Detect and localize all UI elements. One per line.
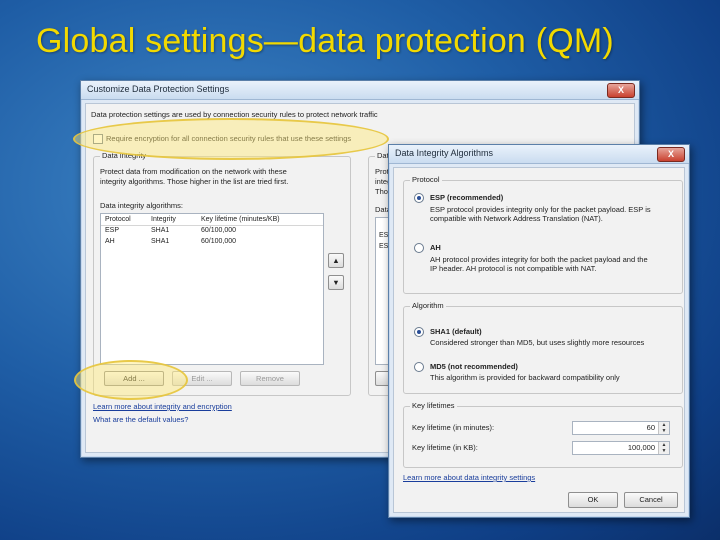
key-lifetime-kb-spinner[interactable]: 100,000 ▲ ▼ [572, 441, 670, 455]
row-integrity: SHA1 [151, 227, 170, 234]
esp-radio[interactable] [414, 193, 424, 203]
arrow-down-icon: ▼ [332, 278, 340, 287]
ok-button[interactable]: OK [568, 492, 618, 508]
sha1-desc: Considered stronger than MD5, but uses s… [430, 338, 645, 347]
data-integrity-algorithms-dialog: Data Integrity Algorithms X Protocol ESP… [388, 144, 690, 518]
arrow-up-icon: ▲ [332, 256, 340, 265]
main-dialog-close-button[interactable]: X [607, 83, 635, 98]
integrity-desc-line1: Protect data from modification on the ne… [100, 167, 287, 176]
md5-radio[interactable] [414, 362, 424, 372]
key-lifetime-kb-value: 100,000 [627, 443, 655, 452]
sha1-radio[interactable] [414, 327, 424, 337]
integrity-list-label: Data integrity algorithms: [100, 201, 183, 210]
learn-more-integrity-link[interactable]: Learn more about integrity and encryptio… [93, 402, 232, 411]
spinner-arrows-icon[interactable]: ▲ ▼ [658, 442, 669, 454]
row-key-lifetime: 60/100,000 [201, 238, 237, 245]
md5-label: MD5 (not recommended) [430, 362, 518, 371]
esp-desc-line2: compatible with Network Address Translat… [430, 214, 603, 223]
spinner-arrows-icon[interactable]: ▲ ▼ [658, 422, 669, 434]
key-lifetime-minutes-label: Key lifetime (in minutes): [412, 423, 495, 432]
cancel-button[interactable]: Cancel [624, 492, 678, 508]
key-lifetime-minutes-spinner[interactable]: 60 ▲ ▼ [572, 421, 670, 435]
slide-title: Global settings—data protection (QM) [36, 22, 614, 60]
algo-dialog-close-button[interactable]: X [657, 147, 685, 162]
column-key-lifetime[interactable]: Key lifetime (minutes/KB) [201, 216, 280, 223]
column-protocol[interactable]: Protocol [105, 216, 131, 223]
add-button-highlight [74, 360, 188, 400]
learn-more-data-integrity-link[interactable]: Learn more about data integrity settings [403, 473, 535, 482]
ah-radio[interactable] [414, 243, 424, 253]
main-dialog-title: Customize Data Protection Settings [87, 84, 230, 94]
algo-dialog-client: Protocol ESP (recommended) ESP protocol … [393, 167, 685, 513]
key-lifetime-minutes-value: 60 [646, 423, 655, 432]
integrity-algorithms-list[interactable]: Protocol Integrity Key lifetime (minutes… [100, 213, 324, 365]
algo-dialog-titlebar[interactable]: Data Integrity Algorithms X [389, 145, 689, 164]
key-lifetime-kb-label: Key lifetime (in KB): [412, 443, 478, 452]
encryption-desc-line1: Prot [375, 167, 389, 176]
ah-desc-line2: IP header. AH protocol is not compatible… [430, 264, 597, 273]
row-key-lifetime: 60/100,000 [201, 227, 237, 234]
protocol-group: Protocol ESP (recommended) ESP protocol … [403, 175, 683, 294]
table-row[interactable]: ESP SHA1 60/100,000 [101, 227, 323, 237]
md5-desc: This algorithm is provided for backward … [430, 373, 620, 382]
sha1-label: SHA1 (default) [430, 327, 482, 336]
esp-label: ESP (recommended) [430, 193, 504, 202]
algorithm-group: Algorithm SHA1 (default) Considered stro… [403, 301, 683, 394]
row-protocol: AH [105, 238, 115, 245]
protocol-group-label: Protocol [410, 175, 442, 184]
ah-label: AH [430, 243, 441, 252]
remove-button[interactable]: Remove [240, 371, 300, 386]
require-encryption-highlight [73, 118, 389, 160]
default-values-link[interactable]: What are the default values? [93, 415, 188, 424]
main-dialog-titlebar[interactable]: Customize Data Protection Settings X [81, 81, 639, 100]
move-up-button[interactable]: ▲ [328, 253, 344, 268]
column-integrity[interactable]: Integrity [151, 216, 176, 223]
ah-desc-line1: AH protocol provides integrity for both … [430, 255, 648, 264]
list-header: Protocol Integrity Key lifetime (minutes… [101, 214, 323, 226]
algorithm-group-label: Algorithm [410, 301, 446, 310]
move-down-button[interactable]: ▼ [328, 275, 344, 290]
integrity-desc-line2: integrity algorithms. Those higher in th… [100, 177, 289, 186]
key-lifetimes-group: Key lifetimes Key lifetime (in minutes):… [403, 401, 683, 468]
row-integrity: SHA1 [151, 238, 170, 245]
algo-dialog-title: Data Integrity Algorithms [395, 148, 494, 158]
key-lifetimes-group-label: Key lifetimes [410, 401, 457, 410]
row-protocol: ESP [105, 227, 120, 234]
esp-desc-line1: ESP protocol provides integrity only for… [430, 205, 651, 214]
table-row[interactable]: AH SHA1 60/100,000 [101, 238, 323, 248]
